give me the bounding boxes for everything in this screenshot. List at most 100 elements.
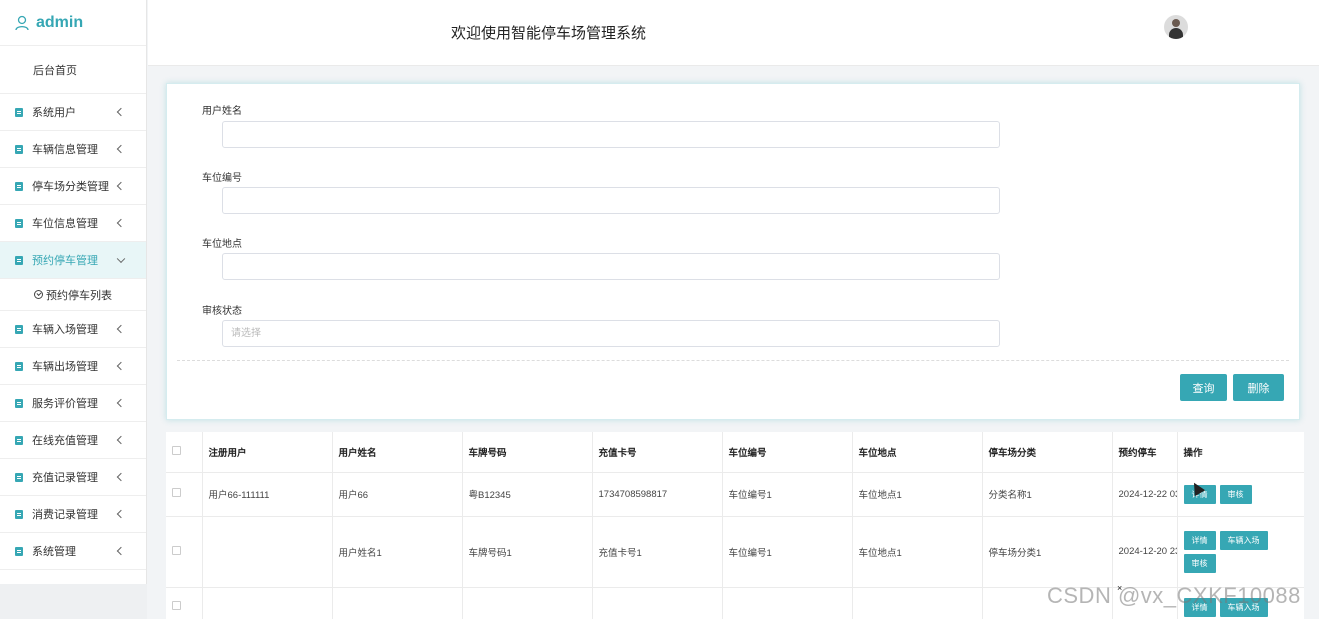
chevron-left-icon <box>116 546 126 556</box>
row-select-cell[interactable] <box>166 587 203 619</box>
column-header: 预约停车 <box>1112 432 1178 473</box>
spot-location-input[interactable] <box>222 253 1000 280</box>
document-icon <box>15 144 23 154</box>
cell-plate <box>462 587 593 619</box>
select-all-cell[interactable] <box>166 432 203 473</box>
column-header: 车位编号 <box>722 432 853 473</box>
sidebar-item-label: 车辆信息管理 <box>32 144 98 156</box>
cell-time: 2024-12-20 23 <box>1112 516 1178 588</box>
row-select-cell[interactable] <box>166 516 203 588</box>
document-icon <box>15 398 23 408</box>
sidebar-item-reservation[interactable]: 预约停车管理 <box>0 242 146 279</box>
sidebar-item-system-users[interactable]: 系统用户 <box>0 94 146 131</box>
document-icon <box>15 546 23 556</box>
cell-ops: 详情 车辆入场审核 <box>1177 516 1304 588</box>
document-icon <box>15 181 23 191</box>
check-circle-icon <box>34 290 43 299</box>
chevron-left-icon <box>116 324 126 334</box>
avatar[interactable] <box>1164 15 1188 39</box>
chevron-left-icon <box>116 144 126 154</box>
sidebar-item-home[interactable]: 后台首页 <box>0 46 146 94</box>
field-label-spot-location: 车位地点 <box>202 239 242 250</box>
cell-name: 用户姓名1 <box>332 516 463 588</box>
audit-button[interactable]: 审核 <box>1219 484 1252 504</box>
document-icon <box>15 255 23 265</box>
column-header: 车位地点 <box>852 432 983 473</box>
select-all-checkbox[interactable] <box>172 445 181 455</box>
sidebar-item-label: 充值记录管理 <box>32 472 98 484</box>
user-name-input[interactable] <box>222 121 1000 148</box>
sidebar-item-vehicle-info[interactable]: 车辆信息管理 <box>0 131 146 168</box>
chevron-left-icon <box>116 218 126 228</box>
cell-plate: 车牌号码1 <box>462 516 593 588</box>
query-button[interactable]: 查询 <box>1180 374 1227 401</box>
sidebar-item-label: 车辆入场管理 <box>32 324 98 336</box>
cell-spot-no: 车位编号1 <box>722 472 853 517</box>
cell-reg-user: 用户66-111111 <box>202 472 333 517</box>
cell-card: 1734708598817 <box>592 472 723 517</box>
document-icon <box>15 324 23 334</box>
document-icon <box>15 509 23 519</box>
chevron-left-icon <box>116 361 126 371</box>
document-icon <box>15 218 23 228</box>
chevron-left-icon <box>116 107 126 117</box>
column-header: 注册用户 <box>202 432 333 473</box>
brand: admin <box>0 0 146 46</box>
cell-plate: 粤B12345 <box>462 472 593 517</box>
detail-button[interactable]: 详情 <box>1183 530 1216 550</box>
chevron-left-icon <box>116 435 126 445</box>
table-row: 用户66-111111 用户66 粤B12345 1734708598817 车… <box>166 472 1304 517</box>
sidebar-item-label: 停车场分类管理 <box>32 181 109 193</box>
sidebar-item-vehicle-exit[interactable]: 车辆出场管理 <box>0 348 146 385</box>
spot-number-input[interactable] <box>222 187 1000 214</box>
vehicle-entry-button[interactable]: 车辆入场 <box>1219 530 1268 550</box>
sidebar-item-recharge-records[interactable]: 充值记录管理 <box>0 459 146 496</box>
column-header: 停车场分类 <box>982 432 1113 473</box>
sidebar-item-label: 系统管理 <box>32 546 76 558</box>
document-icon <box>15 472 23 482</box>
watermark: CSDN @vx_CXKF10088 <box>1047 583 1301 608</box>
sidebar-item-consumption-records[interactable]: 消费记录管理 <box>0 496 146 533</box>
row-checkbox[interactable] <box>172 545 181 555</box>
document-icon <box>15 107 23 117</box>
column-header: 操作 <box>1177 432 1304 473</box>
sidebar-item-service-review[interactable]: 服务评价管理 <box>0 385 146 422</box>
audit-status-select[interactable]: 请选择 <box>222 320 1000 347</box>
cell-spot-loc: 车位地点1 <box>852 472 983 517</box>
row-checkbox[interactable] <box>172 488 181 497</box>
cell-time: 2024-12-22 03 <box>1112 472 1178 517</box>
column-header: 用户姓名 <box>332 432 463 473</box>
row-select-cell[interactable] <box>166 472 203 517</box>
user-icon <box>15 15 29 30</box>
column-header: 车牌号码 <box>462 432 593 473</box>
cell-name: 用户66 <box>332 472 463 517</box>
form-divider <box>177 360 1289 361</box>
sidebar-item-label: 预约停车管理 <box>32 255 98 267</box>
chevron-left-icon <box>116 472 126 482</box>
search-form: 用户姓名 车位编号 车位地点 审核状态 请选择 查询 删除 <box>166 83 1300 420</box>
row-checkbox[interactable] <box>172 601 181 610</box>
sidebar-item-label: 车辆出场管理 <box>32 361 98 373</box>
delete-button[interactable]: 删除 <box>1233 374 1284 401</box>
sidebar-item-system-management[interactable]: 系统管理 <box>0 533 146 570</box>
cell-name <box>332 587 463 619</box>
cell-card: 充值卡号1 <box>592 516 723 588</box>
chevron-left-icon <box>116 181 126 191</box>
sidebar-item-vehicle-entry[interactable]: 车辆入场管理 <box>0 311 146 348</box>
sidebar-item-label: 服务评价管理 <box>32 398 98 410</box>
sidebar-item-lot-category[interactable]: 停车场分类管理 <box>0 168 146 205</box>
app-root: admin 后台首页 系统用户 车辆信息管理 停车场分类管理 车位信息管理 预约… <box>0 0 1319 619</box>
sidebar-subitem-reservation-list[interactable]: 预约停车列表 <box>0 279 146 311</box>
cell-spot-loc <box>852 587 983 619</box>
chevron-left-icon <box>116 509 126 519</box>
cell-spot-no: 车位编号1 <box>722 516 853 588</box>
column-header: 充值卡号 <box>592 432 723 473</box>
sidebar-item-label: 系统用户 <box>32 107 76 119</box>
sidebar-footer-space <box>0 584 147 619</box>
sidebar-item-online-recharge[interactable]: 在线充值管理 <box>0 422 146 459</box>
field-label-spot-number: 车位编号 <box>202 173 242 184</box>
sidebar-item-spot-info[interactable]: 车位信息管理 <box>0 205 146 242</box>
field-label-audit-status: 审核状态 <box>202 306 242 317</box>
sidebar-subitem-label: 预约停车列表 <box>46 289 112 302</box>
audit-button[interactable]: 审核 <box>1183 553 1216 573</box>
